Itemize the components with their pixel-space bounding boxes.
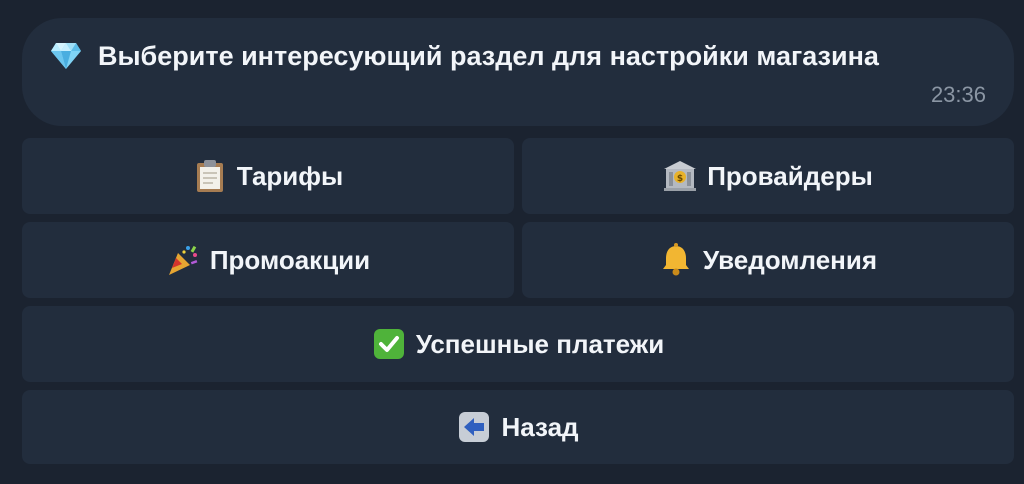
- party-popper-icon: [166, 243, 200, 277]
- notifications-button[interactable]: Уведомления: [522, 222, 1014, 298]
- clipboard-icon: [193, 159, 227, 193]
- notifications-label: Уведомления: [702, 244, 878, 275]
- tariffs-button[interactable]: Тарифы: [22, 138, 514, 214]
- successful-payments-button[interactable]: Успешные платежи: [22, 306, 1014, 382]
- message-bubble: Выберите интересующий раздел для настрой…: [22, 18, 1014, 126]
- successful-payments-label: Успешные платежи: [415, 328, 665, 359]
- bell-icon: [659, 243, 693, 277]
- providers-button[interactable]: $ Провайдеры: [522, 138, 1014, 214]
- message-text: Выберите интересующий раздел для настрой…: [98, 40, 879, 71]
- left-arrow-icon: [457, 410, 491, 444]
- providers-label: Провайдеры: [707, 160, 873, 191]
- svg-text:$: $: [677, 174, 683, 184]
- promotions-label: Промоакции: [209, 244, 371, 275]
- tariffs-label: Тарифы: [236, 160, 344, 191]
- chat-screen: Выберите интересующий раздел для настрой…: [0, 0, 1024, 484]
- promotions-button[interactable]: Промоакции: [22, 222, 514, 298]
- bank-icon: $: [663, 159, 697, 193]
- message-line: Выберите интересующий раздел для настрой…: [48, 38, 879, 74]
- check-mark-icon: [372, 327, 406, 361]
- message-time: 23:36: [930, 82, 986, 107]
- back-label: Назад: [501, 411, 579, 442]
- gem-icon: [48, 38, 84, 74]
- back-button[interactable]: Назад: [22, 390, 1014, 464]
